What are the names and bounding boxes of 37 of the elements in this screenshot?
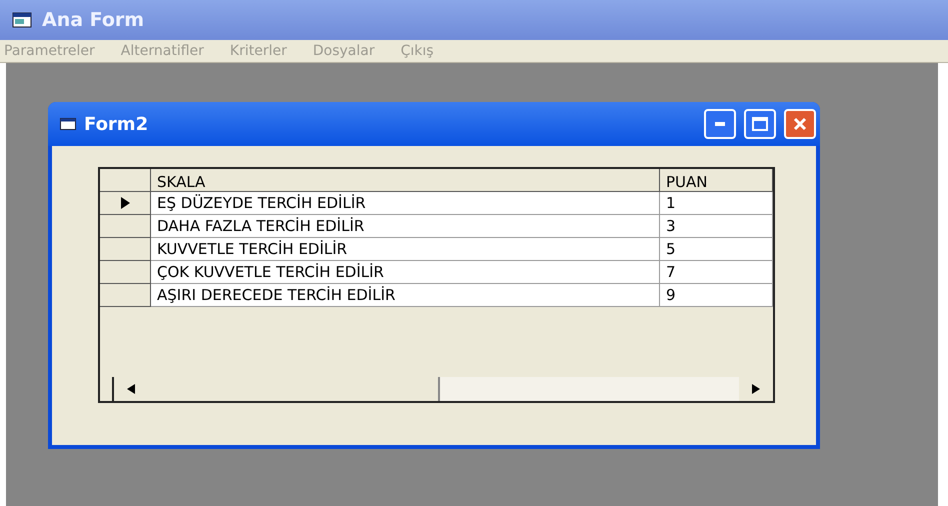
table-cell: DAHA FAZLA TERCİH EDİLİR [151,215,660,238]
app-icon [12,12,32,28]
row-header[interactable] [100,284,151,307]
column-header[interactable]: SKALA [151,169,660,192]
window-title: Ana Form [42,9,144,31]
menu-item[interactable]: Alternatifler [120,43,204,59]
row-header[interactable] [100,261,151,284]
left-arrow-icon [127,384,135,394]
table-cell: 1 [660,192,773,215]
menu-item[interactable]: Dosyalar [312,43,375,59]
horizontal-scrollbar[interactable] [112,377,773,401]
minimize-icon [715,122,725,126]
scroll-right-button[interactable] [739,377,773,401]
menu-item[interactable]: Kriterler [230,43,287,59]
column-header[interactable]: PUAN [660,169,773,192]
table-cell: AŞIRI DERECEDE TERCİH EDİLİR [151,284,660,307]
maximize-button[interactable] [744,109,776,139]
table-cell: 7 [660,261,773,284]
table-cell: ÇOK KUVVETLE TERCİH EDİLİR [151,261,660,284]
table-cell: KUVVETLE TERCİH EDİLİR [151,238,660,261]
row-header[interactable] [100,192,151,215]
table-cell: EŞ DÜZEYDE TERCİH EDİLİR [151,192,660,215]
close-icon [793,117,807,131]
table-cell: 9 [660,284,773,307]
row-header[interactable] [100,238,151,261]
close-button[interactable] [784,109,816,139]
form-title: Form2 [84,114,150,134]
current-row-icon [120,197,130,209]
maximize-icon [752,117,768,131]
menu-item[interactable]: Çıkış [400,43,434,59]
minimize-button[interactable] [704,109,736,139]
right-arrow-icon [752,384,760,394]
table-cell: 3 [660,215,773,238]
table-cell: 5 [660,238,773,261]
form-icon [60,118,76,130]
row-header[interactable] [100,215,151,238]
menu-item[interactable]: Parametreler [4,43,95,59]
